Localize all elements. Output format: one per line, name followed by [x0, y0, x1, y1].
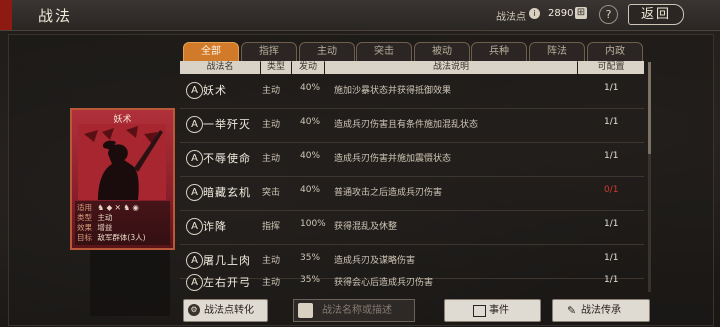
back-button[interactable]: 返回 — [628, 4, 684, 25]
tactic-name: 妖术 — [203, 84, 227, 97]
points-add-icon[interactable]: ⊞ — [575, 7, 587, 19]
column-trigger: 发动 — [292, 61, 324, 74]
event-icon — [473, 305, 486, 317]
tactic-name: 暗藏玄机 — [203, 186, 251, 199]
card-value: 增益 — [97, 223, 113, 232]
points-label: 战法点 — [496, 12, 526, 23]
grade-badge: A — [186, 184, 203, 201]
tactic-configurable: 1/1 — [604, 275, 619, 285]
tactic-name: 一举歼灭 — [203, 118, 251, 131]
tactic-description: 施加沙暴状态并获得抵御效果 — [334, 86, 452, 96]
tactic-trigger: 40% — [300, 185, 321, 195]
tactic-description: 普通攻击之后造成兵刃伤害 — [334, 188, 443, 198]
search-placeholder: 战法名称或描述 — [322, 305, 392, 316]
inherit-icon: ✎ — [567, 304, 577, 317]
points-info-icon[interactable]: i — [529, 8, 540, 19]
card-shadow — [90, 248, 170, 316]
tactic-name: 屠几上肉 — [203, 254, 251, 267]
search-input[interactable]: 战法名称或描述 — [293, 299, 415, 322]
search-icon — [298, 303, 313, 318]
tactic-type: 主动 — [262, 120, 281, 130]
warrior-illustration — [78, 124, 166, 200]
grade-badge: A — [186, 116, 203, 133]
gear-icon: ⚙ — [188, 304, 200, 316]
event-button[interactable]: 事件 — [444, 299, 541, 322]
tactic-trigger: 40% — [300, 117, 321, 127]
tab-active[interactable]: 主动 — [299, 42, 355, 62]
inherit-label: 战法传承 — [581, 305, 621, 316]
top-bar: 战法 战法点 i 2890 ⊞ ? 返回 — [0, 0, 720, 31]
column-name: 战法名 — [180, 61, 260, 74]
table-row[interactable]: A 暗藏玄机 突击 40% 普通攻击之后造成兵刃伤害 0/1 — [180, 176, 644, 211]
card-label: 目标 — [77, 233, 92, 242]
tactic-configurable: 1/1 — [604, 151, 619, 161]
card-value: 主动 — [97, 213, 113, 222]
tactic-description: 造成兵刃伤害并施加震慑状态 — [334, 154, 452, 164]
table-row[interactable]: A 诈降 指挥 100% 获得混乱及休整 1/1 — [180, 210, 644, 245]
tactic-configurable: 1/1 — [604, 219, 619, 229]
tab-formation[interactable]: 阵法 — [529, 42, 585, 62]
tactic-configurable: 1/1 — [604, 253, 619, 263]
tactic-type: 主动 — [262, 86, 281, 96]
tactic-name: 不辱使命 — [203, 152, 251, 165]
grade-badge: A — [186, 218, 203, 235]
grade-badge: A — [186, 274, 203, 291]
grade-badge: A — [186, 252, 203, 269]
tab-all[interactable]: 全部 — [183, 42, 239, 62]
tactic-type: 主动 — [262, 256, 281, 266]
tab-internal[interactable]: 内政 — [587, 42, 643, 62]
column-type: 类型 — [261, 61, 291, 74]
table-row[interactable]: A 不辱使命 主动 40% 造成兵刃伤害并施加震慑状态 1/1 — [180, 142, 644, 177]
grade-badge: A — [186, 82, 203, 99]
tactic-trigger: 35% — [300, 275, 321, 285]
tactic-trigger: 40% — [300, 83, 321, 93]
tactic-type: 主动 — [262, 154, 281, 164]
table-row[interactable]: A 一举歼灭 主动 40% 造成兵刃伤害且有条件施加混乱状态 1/1 — [180, 108, 644, 143]
card-label: 适用 — [77, 203, 92, 212]
convert-points-button[interactable]: ⚙ 战法点转化 — [183, 299, 268, 322]
tactic-description: 造成兵刃伤害且有条件施加混乱状态 — [334, 120, 479, 130]
tactic-card[interactable]: 妖术 适用 ♞ ◆ ✕ ♞ ◉ 类型 主动 效果 增益 目标 敌军群体(3人) — [70, 108, 175, 250]
card-troop-icons: ♞ ◆ ✕ ♞ ◉ — [97, 203, 139, 212]
card-line: 目标 敌军群体(3人) — [77, 232, 146, 243]
tab-troop[interactable]: 兵种 — [471, 42, 527, 62]
tactic-name: 诈降 — [203, 220, 227, 233]
help-button[interactable]: ? — [599, 5, 618, 24]
convert-points-label: 战法点转化 — [204, 305, 254, 316]
page-title: 战法 — [38, 7, 73, 25]
tab-command[interactable]: 指挥 — [241, 42, 297, 62]
tactic-configurable: 1/1 — [604, 83, 619, 93]
card-label: 类型 — [77, 213, 92, 222]
tactic-trigger: 100% — [300, 219, 326, 229]
scrollbar-thumb[interactable] — [648, 62, 651, 154]
tactic-name: 左右开弓 — [203, 276, 251, 289]
event-label: 事件 — [489, 305, 509, 316]
tactic-type: 指挥 — [262, 222, 281, 232]
tactic-trigger: 40% — [300, 151, 321, 161]
tactic-description: 造成兵刃及谋略伤害 — [334, 256, 416, 266]
tab-passive[interactable]: 被动 — [414, 42, 470, 62]
title-accent — [0, 0, 12, 30]
tactic-description: 获得混乱及休整 — [334, 222, 398, 232]
table-row[interactable]: A 妖术 主动 40% 施加沙暴状态并获得抵御效果 1/1 — [180, 74, 644, 109]
points-value: 2890 — [548, 8, 574, 19]
card-info: 适用 ♞ ◆ ✕ ♞ ◉ 类型 主动 效果 增益 目标 敌军群体(3人) — [75, 201, 170, 245]
tactic-configurable: 0/1 — [604, 185, 619, 195]
tactic-type: 突击 — [262, 188, 281, 198]
grade-badge: A — [186, 150, 203, 167]
tactic-type: 主动 — [262, 278, 281, 288]
column-configurable: 可配置 — [578, 61, 644, 74]
tactic-configurable: 1/1 — [604, 117, 619, 127]
tactic-trigger: 35% — [300, 253, 321, 263]
tactic-description: 获得会心后造成兵刃伤害 — [334, 278, 434, 288]
table-row[interactable]: A 左右开弓 主动 35% 获得会心后造成兵刃伤害 1/1 — [180, 270, 644, 294]
card-label: 效果 — [77, 223, 92, 232]
column-description: 战法说明 — [325, 61, 577, 74]
list-scrollbar[interactable] — [648, 62, 651, 292]
tab-assault[interactable]: 突击 — [356, 42, 412, 62]
inherit-button[interactable]: ✎ 战法传承 — [552, 299, 650, 322]
card-value: 敌军群体(3人) — [97, 233, 146, 242]
